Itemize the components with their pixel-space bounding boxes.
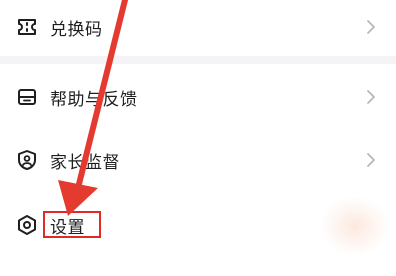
feedback-icon [16,86,38,108]
menu-item-label: 兑换码 [50,19,103,40]
shield-user-icon [16,149,38,171]
menu-item-label: 家长监督 [50,152,120,173]
menu-item-redeem-code[interactable]: 兑换码 [0,0,396,54]
menu-item-help-feedback[interactable]: 帮助与反馈 [0,70,396,124]
ticket-icon [16,16,38,38]
settings-menu-page: 兑换码 帮助与反馈 家长监督 设置 [0,0,396,276]
menu-item-label: 帮助与反馈 [50,89,138,110]
section-divider [0,56,396,64]
chevron-right-icon [367,90,375,104]
gear-icon [16,214,38,236]
chevron-right-icon [367,153,375,167]
menu-item-parental-control[interactable]: 家长监督 [0,133,396,187]
chevron-right-icon [367,20,375,34]
highlight-box [43,211,101,238]
